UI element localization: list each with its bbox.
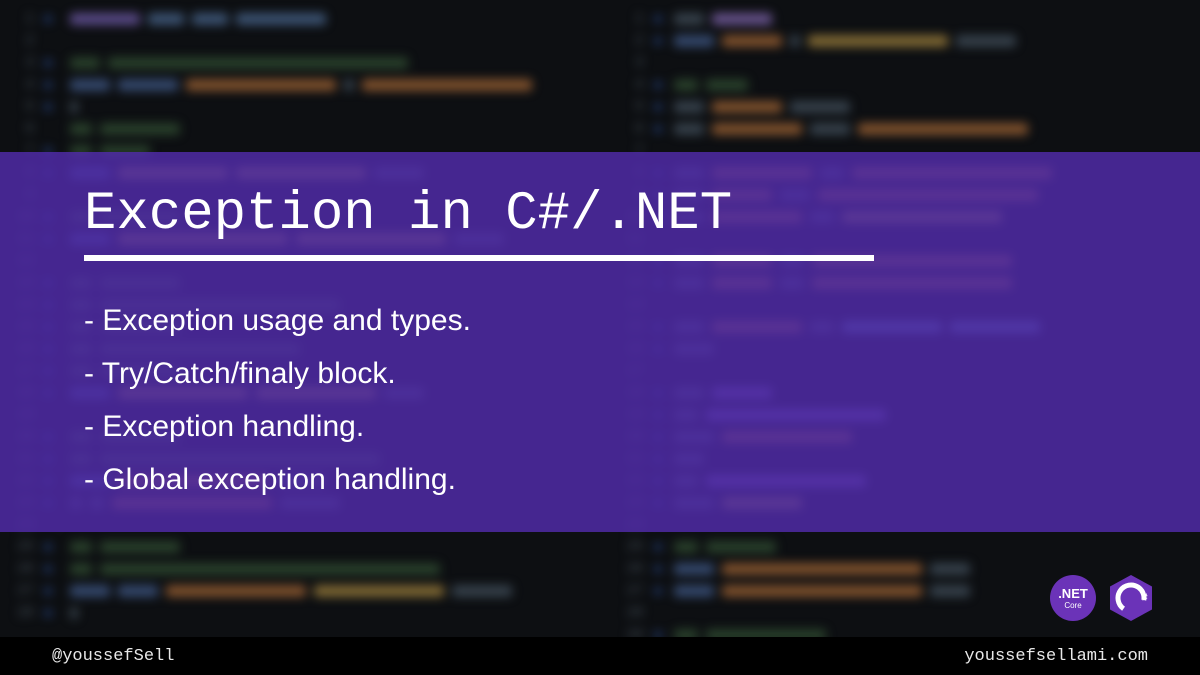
bullet-item: - Exception handling.	[84, 401, 1116, 452]
title-underline	[84, 255, 874, 261]
csharp-icon: #	[1106, 573, 1156, 623]
content-panel: Exception in C#/.NET - Exception usage a…	[0, 152, 1200, 532]
slide-title: Exception in C#/.NET	[84, 184, 1116, 255]
bullet-item: - Try/Catch/finaly block.	[84, 348, 1116, 399]
slide: 1234567891011121314151617181920212223242…	[0, 0, 1200, 675]
author-site: youssefsellami.com	[964, 647, 1148, 666]
bullet-item: - Exception usage and types.	[84, 295, 1116, 346]
tech-badges: .NET Core #	[1050, 573, 1156, 623]
dotnet-sublabel: Core	[1064, 602, 1081, 610]
svg-text:#: #	[1142, 593, 1148, 604]
footer-bar: @youssefSell youssefsellami.com	[0, 637, 1200, 675]
bullet-list: - Exception usage and types. - Try/Catch…	[84, 295, 1116, 505]
author-handle: @youssefSell	[52, 647, 174, 666]
dotnet-icon: .NET Core	[1050, 575, 1096, 621]
bullet-item: - Global exception handling.	[84, 454, 1116, 505]
dotnet-label: .NET	[1058, 587, 1088, 600]
